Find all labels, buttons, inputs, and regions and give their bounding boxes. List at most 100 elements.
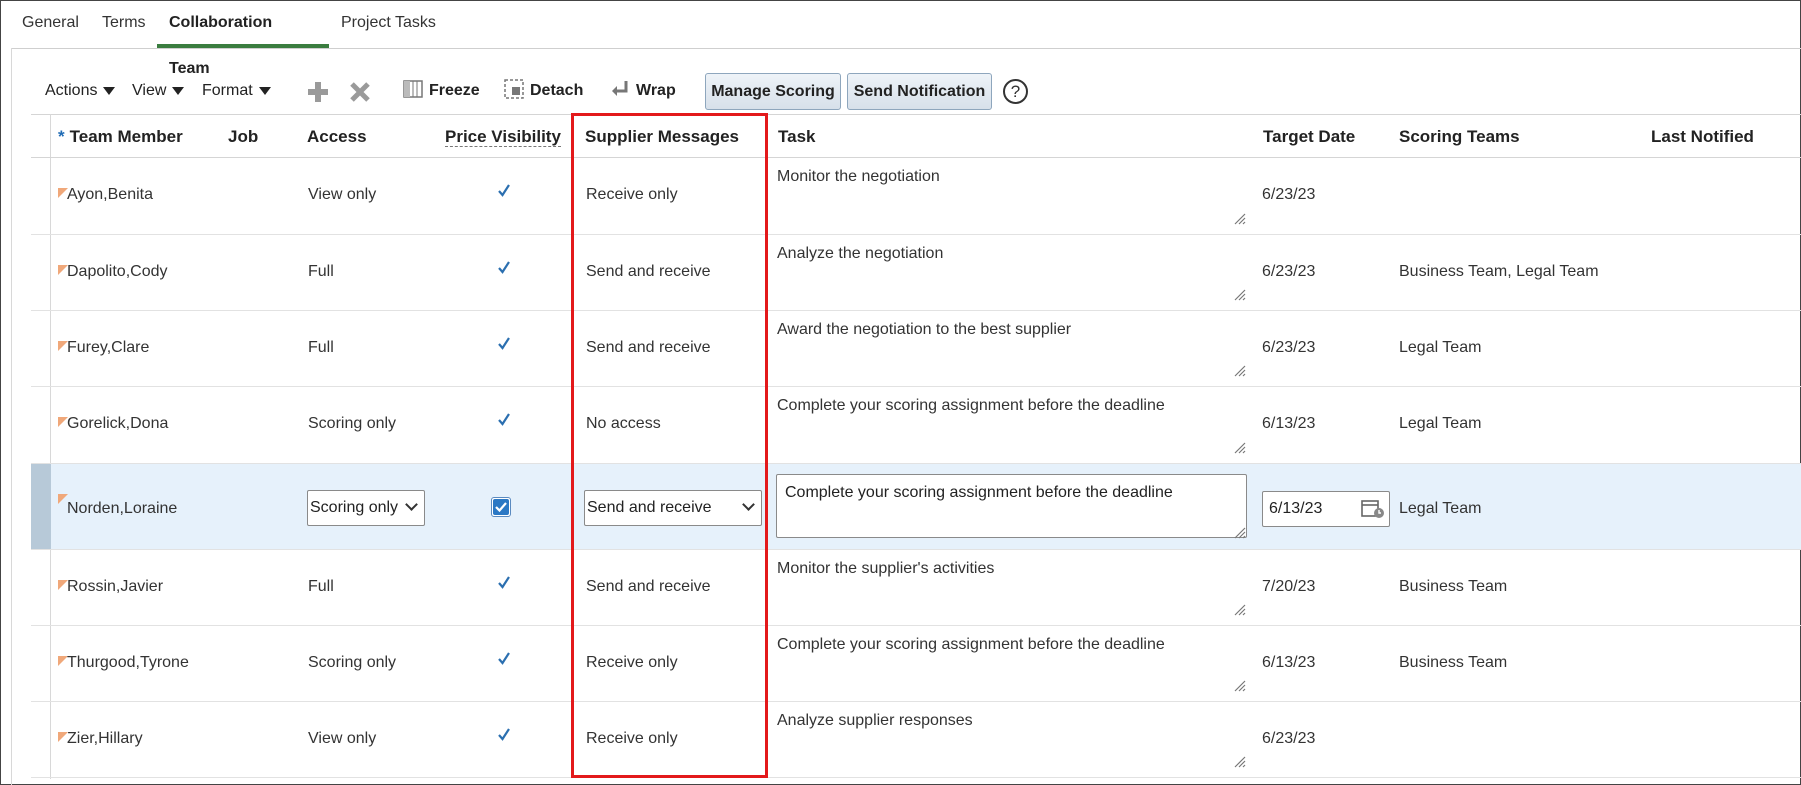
supplier-messages-select[interactable]: Send and receive (584, 490, 762, 526)
access-value: View only (308, 730, 377, 747)
supplier-messages-value: Send and receive (586, 578, 711, 595)
send-notification-button[interactable]: Send Notification (847, 73, 992, 110)
task-value[interactable]: Award the negotiation to the best suppli… (777, 321, 1071, 339)
resize-handle-icon[interactable] (1232, 754, 1246, 768)
table-toolbar: Actions View Format Freeze Detach Wrap M… (0, 0, 1801, 115)
supplier-messages-value: Send and receive (586, 263, 711, 280)
help-icon[interactable]: ? (1003, 79, 1028, 104)
team-member-name: Gorelick,Dona (67, 415, 169, 432)
detach-button[interactable]: Detach (504, 78, 583, 104)
resize-handle-icon[interactable] (1232, 440, 1246, 454)
calendar-icon[interactable] (1361, 498, 1385, 520)
target-date-input[interactable]: 6/13/23 (1262, 491, 1390, 527)
supplier-messages-value: Receive only (586, 654, 678, 671)
freeze-button[interactable]: Freeze (403, 78, 480, 104)
team-member-name: Zier,Hillary (67, 730, 143, 747)
team-member-header-label: Team Member (69, 127, 183, 146)
format-menu-label: Format (202, 82, 253, 99)
resize-handle-icon[interactable] (1232, 525, 1246, 539)
resize-handle-icon[interactable] (1232, 678, 1246, 692)
checkmark-icon (497, 725, 511, 746)
target-date-value: 6/23/23 (1262, 339, 1316, 356)
column-header-job[interactable]: Job (228, 126, 258, 148)
task-value[interactable]: Complete your scoring assignment before … (777, 636, 1165, 654)
target-date-value: 6/13/23 (1269, 500, 1323, 517)
target-date-value: 6/13/23 (1262, 415, 1316, 432)
x-icon[interactable] (348, 80, 372, 104)
resize-handle-icon[interactable] (1232, 363, 1246, 377)
task-value[interactable]: Monitor the supplier's activities (777, 560, 994, 578)
resize-handle-icon[interactable] (1232, 287, 1246, 301)
access-value: Full (308, 263, 334, 280)
column-header-scoring-teams[interactable]: Scoring Teams (1399, 126, 1520, 148)
scoring-teams-value: Legal Team (1399, 415, 1482, 432)
checkmark-icon (497, 258, 511, 279)
resize-handle-icon[interactable] (1232, 602, 1246, 616)
detach-label: Detach (530, 82, 584, 99)
checkmark-icon (497, 334, 511, 355)
scoring-teams-value: Business Team (1399, 578, 1508, 595)
task-value[interactable]: Analyze supplier responses (777, 712, 973, 730)
target-date-value: 6/23/23 (1262, 730, 1316, 747)
format-menu[interactable]: Format (202, 78, 271, 104)
actions-menu[interactable]: Actions (45, 78, 116, 104)
chevron-down-icon (405, 498, 418, 511)
supplier-messages-select-value: Send and receive (587, 499, 712, 516)
checkmark-icon (497, 573, 511, 594)
team-member-name: Dapolito,Cody (67, 263, 168, 280)
chevron-down-icon (742, 498, 755, 511)
team-member-name: Rossin,Javier (67, 578, 164, 595)
scoring-teams-value: Business Team (1399, 654, 1508, 671)
supplier-messages-value: Send and receive (586, 339, 711, 356)
target-date-value: 7/20/23 (1262, 578, 1316, 595)
column-header-access[interactable]: Access (307, 126, 367, 148)
column-header-target-date[interactable]: Target Date (1263, 126, 1355, 148)
checkmark-icon (497, 410, 511, 431)
price-visibility-header-label: Price Visibility (445, 127, 561, 147)
checkmark-icon (497, 649, 511, 670)
resize-handle-icon[interactable] (1232, 211, 1246, 225)
supplier-messages-value: Receive only (586, 186, 678, 203)
freeze-label: Freeze (429, 82, 480, 99)
team-member-name: Thurgood,Tyrone (67, 654, 189, 671)
view-menu[interactable]: View (132, 78, 185, 104)
access-value: Full (308, 578, 334, 595)
price-visibility-checkbox[interactable] (491, 497, 511, 517)
wrap-label: Wrap (636, 82, 676, 99)
access-select[interactable]: Scoring only (307, 490, 425, 526)
access-value: Full (308, 339, 334, 356)
target-date-value: 6/23/23 (1262, 263, 1316, 280)
access-value: Scoring only (308, 415, 397, 432)
chevron-down-icon (103, 86, 116, 95)
wrap-button[interactable]: Wrap (610, 78, 676, 104)
row-selection-indicator (31, 464, 51, 549)
chevron-down-icon (172, 86, 185, 95)
header-rule-top (31, 114, 1801, 115)
scoring-teams-value: Legal Team (1399, 339, 1482, 356)
view-menu-label: View (132, 82, 167, 99)
task-value[interactable]: Monitor the negotiation (777, 168, 940, 186)
supplier-messages-value: No access (586, 415, 661, 432)
chevron-down-icon (258, 86, 271, 95)
task-value[interactable]: Analyze the negotiation (777, 245, 943, 263)
column-header-price-visibility[interactable]: Price Visibility (445, 126, 561, 148)
team-member-name: Furey,Clare (67, 339, 150, 356)
access-value: Scoring only (308, 654, 397, 671)
supplier-messages-value: Receive only (586, 730, 678, 747)
plus-icon[interactable] (306, 80, 330, 104)
column-header-last-notified[interactable]: Last Notified (1651, 126, 1754, 148)
access-value: View only (308, 186, 377, 203)
detach-icon (504, 79, 524, 99)
target-date-value: 6/13/23 (1262, 654, 1316, 671)
column-header-supplier-messages[interactable]: Supplier Messages (585, 126, 739, 148)
column-header-team-member[interactable]: * Team Member (58, 126, 183, 148)
required-marker: * (58, 127, 65, 146)
access-select-value: Scoring only (310, 499, 399, 516)
team-member-name: Norden,Loraine (67, 500, 178, 517)
task-textarea[interactable]: Complete your scoring assignment before … (776, 474, 1247, 538)
column-header-task[interactable]: Task (778, 126, 816, 148)
scoring-teams-value: Legal Team (1399, 500, 1482, 517)
manage-scoring-button[interactable]: Manage Scoring (705, 73, 841, 110)
task-value[interactable]: Complete your scoring assignment before … (777, 397, 1165, 415)
target-date-value: 6/23/23 (1262, 186, 1316, 203)
